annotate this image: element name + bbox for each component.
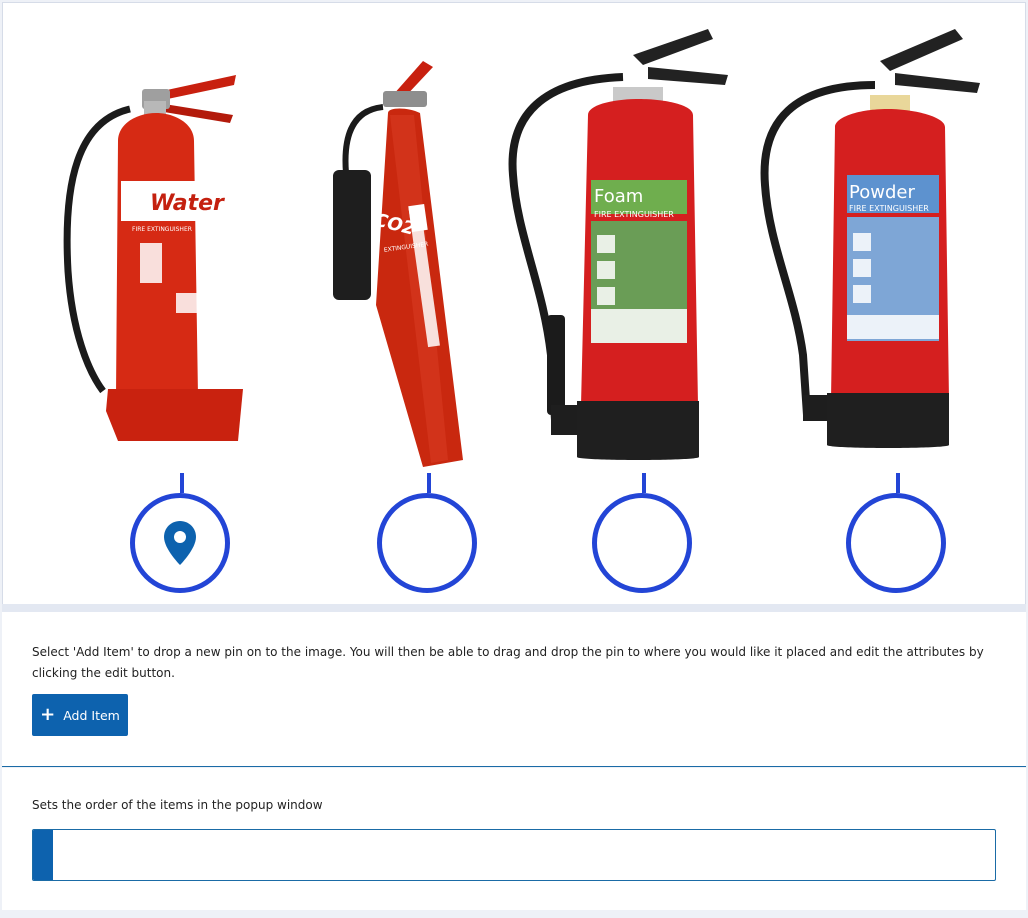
hotspot-1-stem xyxy=(180,473,184,493)
instructions-text: Select 'Add Item' to drop a new pin on t… xyxy=(32,645,984,680)
hotspot-2-stem xyxy=(427,473,431,493)
hotspot-4[interactable] xyxy=(846,493,946,593)
stage-footer-strip xyxy=(2,604,1026,612)
add-item-label: Add Item xyxy=(63,707,120,723)
order-panel: Sets the order of the items in the popup… xyxy=(2,768,1026,910)
image-stage: Water FIRE EXTINGUISHER CO2 EXTINGUISHER… xyxy=(2,2,1026,605)
extinguisher-water-label: Water xyxy=(150,191,225,216)
plus-icon: + xyxy=(40,704,56,725)
hotspot-1[interactable] xyxy=(130,493,230,593)
order-field-handle[interactable] xyxy=(33,830,53,880)
extinguisher-foam-image: Foam FIRE EXTINGUISHER xyxy=(508,29,728,460)
order-field[interactable] xyxy=(32,829,996,881)
extinguisher-powder-subtitle: FIRE EXTINGUISHER xyxy=(849,204,929,213)
extinguisher-water-image: Water FIRE EXTINGUISHER xyxy=(63,75,243,441)
extinguisher-powder-image: Powder FIRE EXTINGUISHER xyxy=(760,29,980,448)
order-label: Sets the order of the items in the popup… xyxy=(32,798,323,812)
hotspot-3-stem xyxy=(642,473,646,493)
extinguisher-foam-subtitle: FIRE EXTINGUISHER xyxy=(594,210,674,219)
extinguisher-powder-label: Powder xyxy=(849,182,915,203)
extinguisher-co2-image: CO2 EXTINGUISHER xyxy=(333,61,463,467)
extinguisher-water-subtitle: FIRE EXTINGUISHER xyxy=(132,226,192,233)
hotspot-3[interactable] xyxy=(592,493,692,593)
add-item-panel: Select 'Add Item' to drop a new pin on t… xyxy=(2,612,1026,767)
extinguisher-foam-label: Foam xyxy=(594,186,643,207)
hotspot-4-stem xyxy=(896,473,900,493)
add-item-button[interactable]: + Add Item xyxy=(32,694,128,736)
map-pin-icon xyxy=(164,521,196,565)
hotspot-2[interactable] xyxy=(377,493,477,593)
